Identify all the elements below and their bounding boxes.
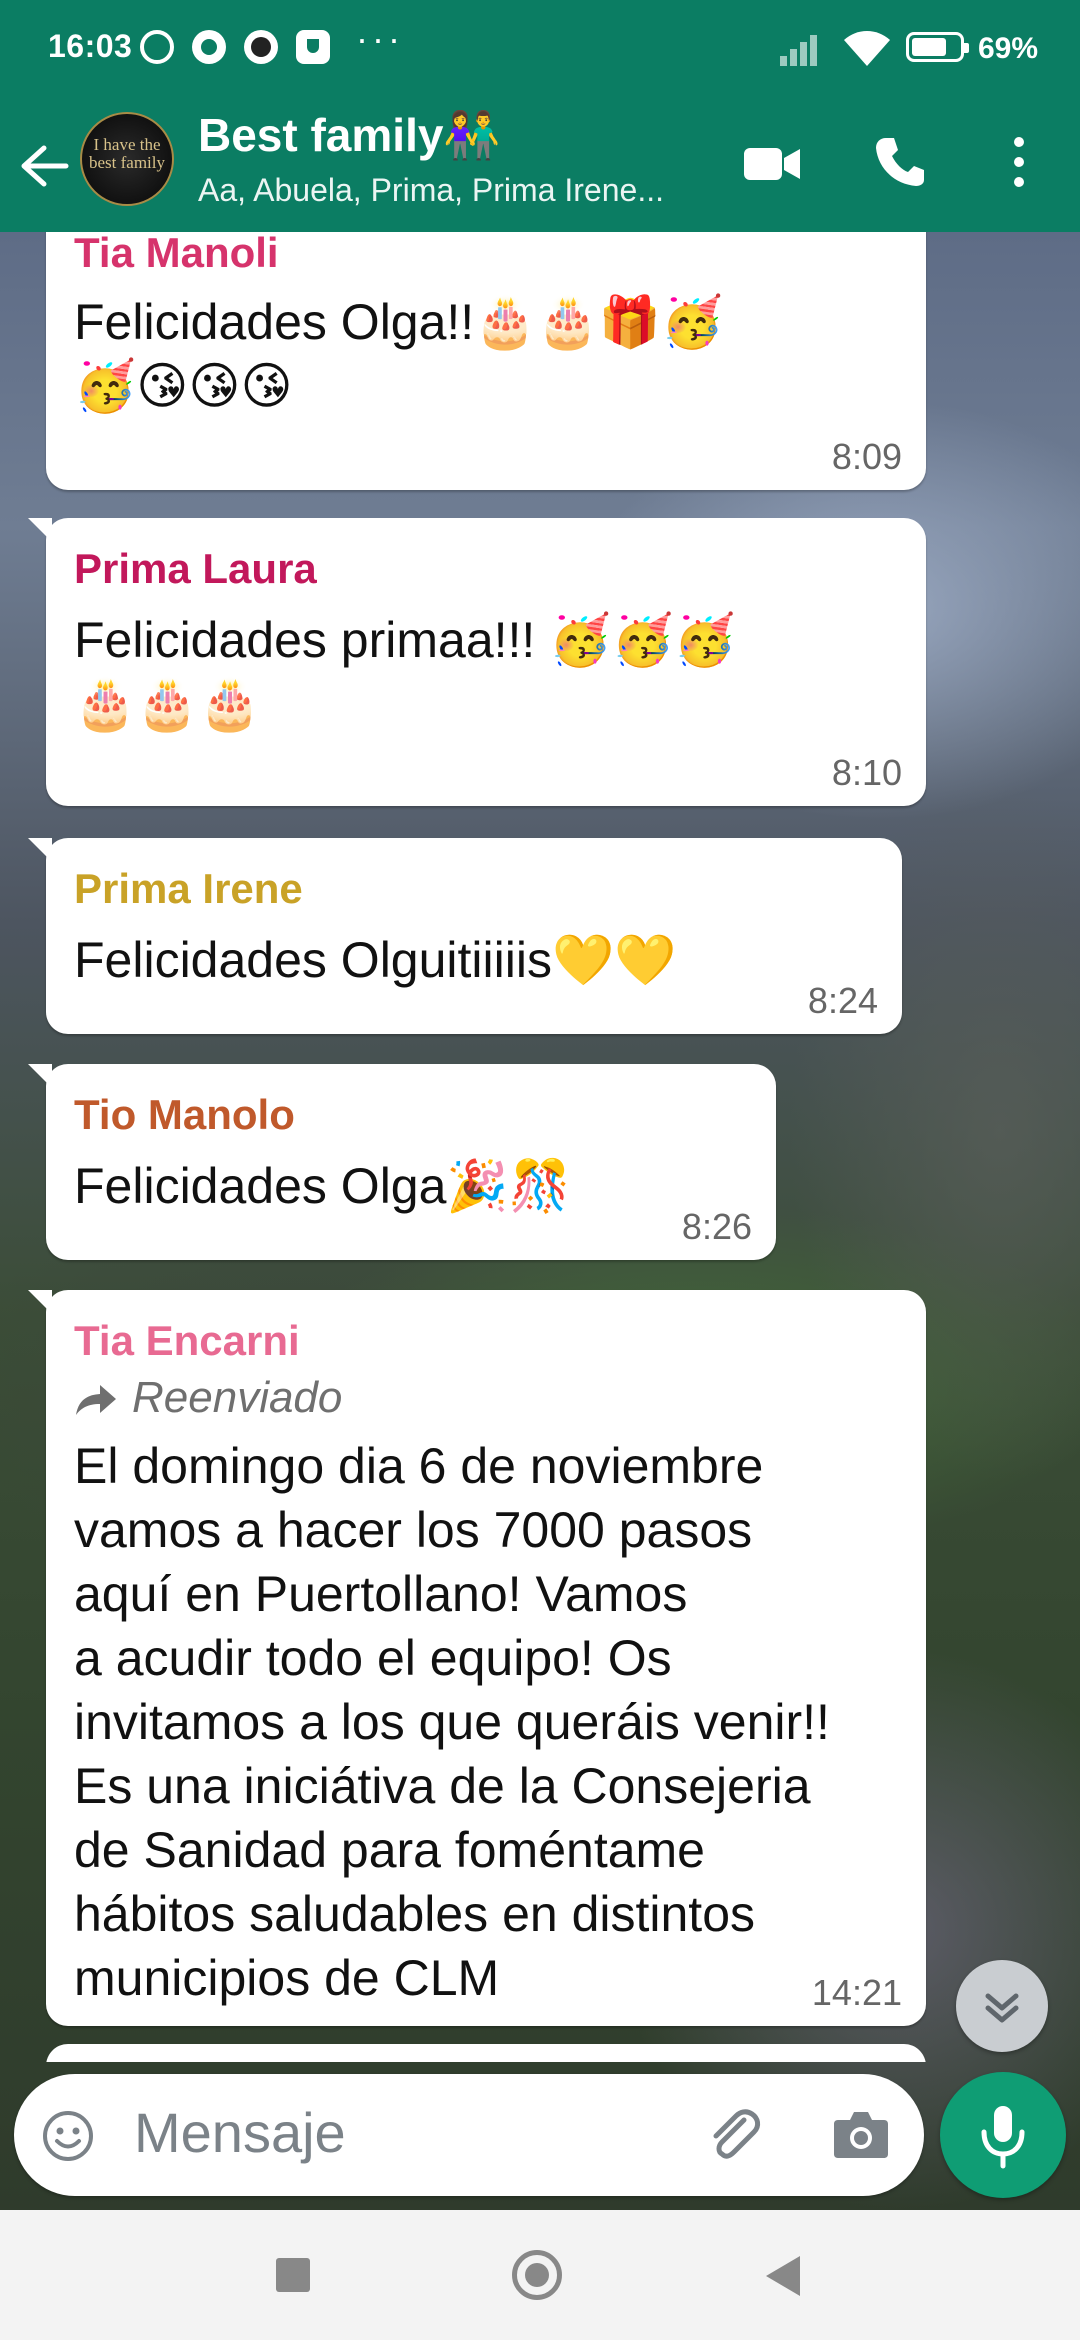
mic-icon bbox=[981, 2106, 1025, 2169]
status-bar: 16:03 ··· 69% bbox=[0, 0, 1080, 100]
message-bubble[interactable]: Tio Manolo Felicidades Olga🎉🎊 8:26 bbox=[28, 1064, 776, 1260]
message-text: Felicidades Olguitiiiiis💛💛 bbox=[74, 932, 677, 988]
chat-header: I have the best family Best family👫 Aa, … bbox=[0, 100, 1080, 232]
message-text: Felicidades Olga🎉🎊 bbox=[74, 1158, 571, 1214]
avatar-text: I have the best family bbox=[88, 135, 165, 172]
mic-button[interactable] bbox=[940, 2072, 1066, 2198]
message-bubble[interactable]: Prima Irene Felicidades Olguitiiiiis💛💛 8… bbox=[28, 838, 902, 1034]
clock-notification-icon bbox=[244, 30, 278, 64]
message-time: 8:26 bbox=[681, 1206, 752, 1247]
forwarded-text: Reenviado bbox=[132, 1373, 343, 1422]
message-sender: Prima Laura bbox=[74, 545, 317, 592]
battery-icon bbox=[906, 32, 969, 62]
message-composer: Mensaje bbox=[14, 2074, 924, 2196]
scroll-to-bottom-button[interactable] bbox=[956, 1960, 1048, 2052]
back-arrow-icon[interactable] bbox=[20, 144, 70, 188]
forwarded-label: Reenviado bbox=[74, 1370, 898, 1426]
more-notifications-icon: ··· bbox=[356, 18, 404, 59]
message-time: 8:10 bbox=[831, 752, 902, 793]
shield-notification-icon bbox=[296, 30, 330, 64]
message-time: 8:09 bbox=[831, 436, 902, 477]
chat-title[interactable]: Best family👫 bbox=[198, 108, 501, 163]
message-sender: Tia Encarni bbox=[74, 1317, 300, 1364]
signal-icon bbox=[780, 30, 826, 66]
message-time: 8:24 bbox=[807, 980, 878, 1021]
emoji-icon[interactable] bbox=[42, 2110, 94, 2162]
message-bubble[interactable]: Tia Encarni Reenviado El domingo dia 6 d… bbox=[28, 1290, 926, 2026]
status-time: 16:03 bbox=[48, 28, 133, 64]
chat-members[interactable]: Aa, Abuela, Prima, Prima Irene... bbox=[198, 172, 664, 209]
phone-icon[interactable] bbox=[872, 134, 928, 190]
message-list[interactable]: Tia Manoli Felicidades Olga!!🎂🎂🎁🥳 🥳😘😘😘 8… bbox=[0, 232, 1080, 2062]
recent-apps-icon[interactable] bbox=[276, 2258, 310, 2292]
message-bubble[interactable]: Prima Laura Felicidades primaa!!! 🥳🥳🥳 🎂🎂… bbox=[28, 518, 926, 806]
group-avatar[interactable]: I have the best family bbox=[80, 112, 174, 206]
message-time: 14:21 bbox=[811, 1972, 902, 2013]
forward-icon bbox=[76, 1385, 116, 1416]
message-text: El domingo dia 6 de noviembre vamos a ha… bbox=[74, 1438, 830, 2006]
home-icon[interactable] bbox=[512, 2250, 562, 2300]
wifi-icon bbox=[844, 31, 890, 66]
message-sender: Tio Manolo bbox=[74, 1091, 295, 1138]
message-input[interactable]: Mensaje bbox=[134, 2100, 346, 2165]
video-call-icon[interactable] bbox=[742, 144, 802, 184]
scroll-down-icon bbox=[985, 1993, 1019, 2023]
camera-icon[interactable] bbox=[832, 2108, 890, 2162]
system-nav-bar bbox=[0, 2210, 1080, 2340]
battery-percent: 69% bbox=[978, 32, 1039, 65]
alarm-icon bbox=[140, 30, 174, 64]
message-sender: Prima Irene bbox=[74, 865, 303, 912]
attach-icon[interactable] bbox=[704, 2106, 764, 2166]
message-bubble[interactable]: Tia Manoli Felicidades Olga!!🎂🎂🎁🥳 🥳😘😘😘 8… bbox=[46, 232, 926, 490]
message-bubble[interactable] bbox=[46, 2044, 926, 2062]
message-text: Felicidades primaa!!! 🥳🥳🥳 🎂🎂🎂 bbox=[74, 612, 736, 732]
message-sender: Tia Manoli bbox=[74, 232, 279, 276]
whatsapp-notification-icon bbox=[192, 30, 226, 64]
message-text: Felicidades Olga!!🎂🎂🎁🥳 🥳😘😘😘 bbox=[74, 294, 724, 414]
back-icon[interactable] bbox=[766, 2256, 800, 2296]
more-vert-icon[interactable] bbox=[1004, 134, 1034, 190]
